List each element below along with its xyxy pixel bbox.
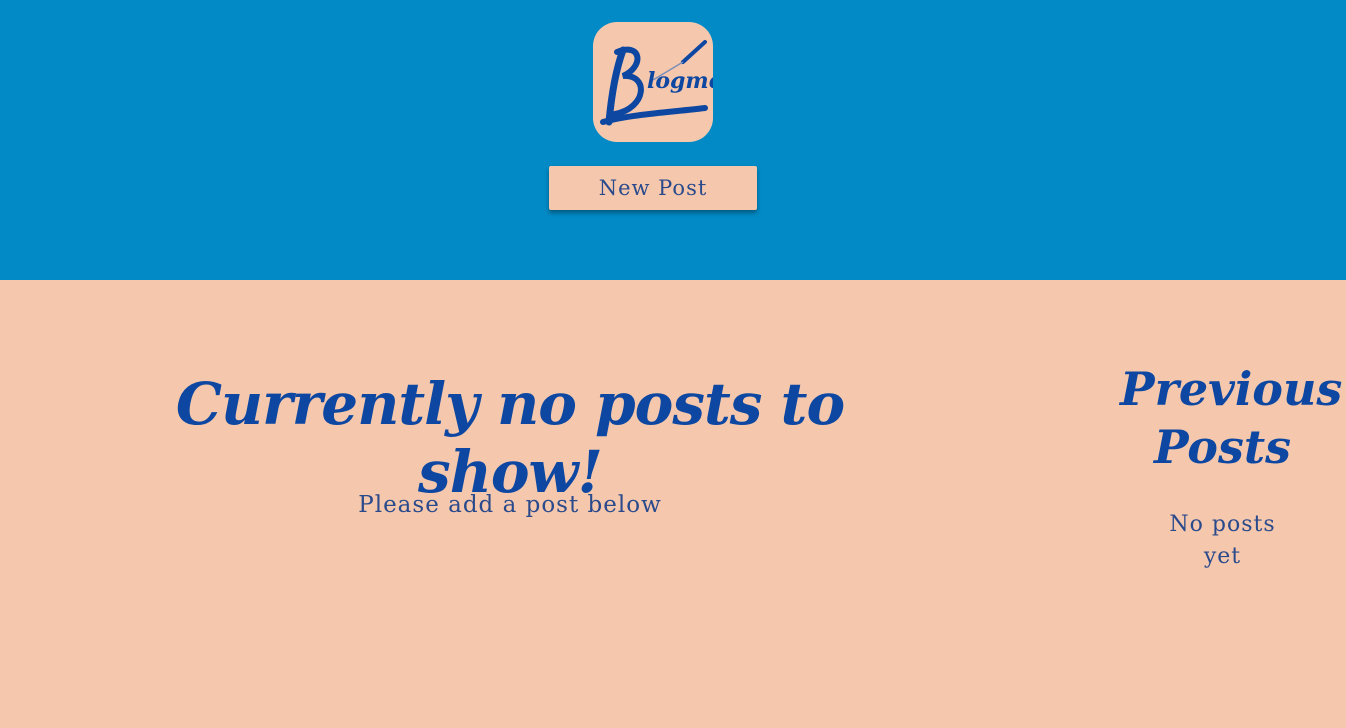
previous-posts-title: Previous Posts xyxy=(1120,362,1343,474)
new-post-button[interactable]: New Post xyxy=(549,166,757,210)
empty-state-headline: Currently no posts to show! xyxy=(175,370,845,506)
svg-text:logme: logme xyxy=(647,68,713,94)
previous-posts-empty-text: No posts yet xyxy=(1169,512,1276,569)
top-header: logme New Post xyxy=(0,0,1346,280)
blogme-logo[interactable]: logme xyxy=(593,22,713,142)
empty-state-subtext: Please add a post below xyxy=(358,492,662,518)
main-content: Currently no posts to show! Please add a… xyxy=(0,280,1346,728)
logo-mark-icon: logme xyxy=(600,40,713,126)
